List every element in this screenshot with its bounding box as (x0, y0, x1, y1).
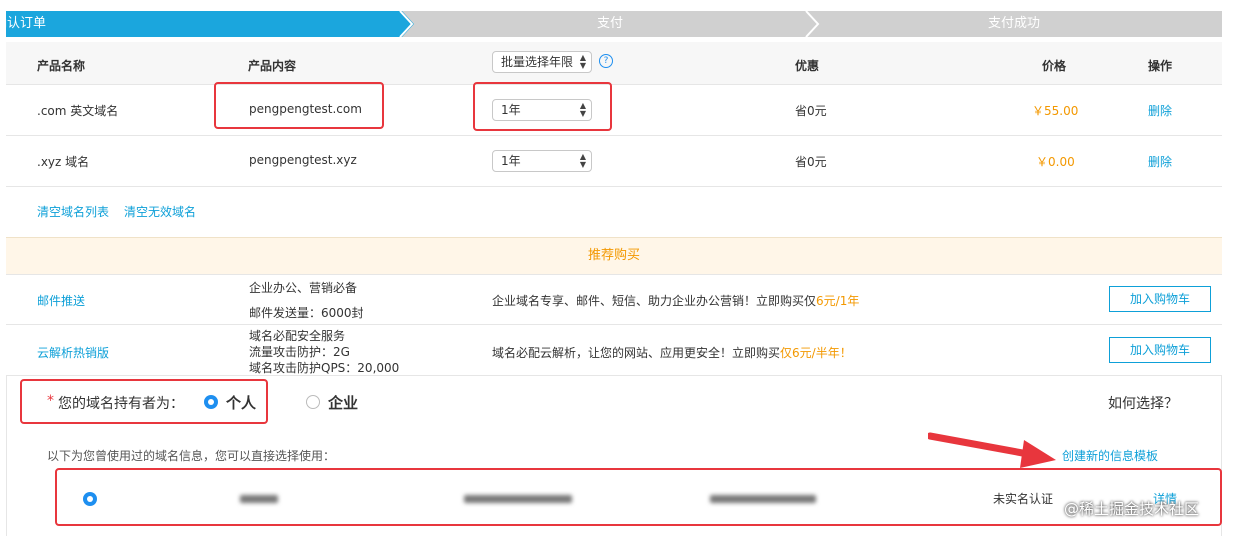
row-discount: 省0元 (795, 155, 827, 169)
recommend-desc-line: 域名必配安全服务 (249, 329, 346, 343)
clear-domain-list-link[interactable]: 清空域名列表 (37, 203, 109, 220)
highlight-box-template (55, 468, 1222, 526)
row-product-content: pengpengtest.xyz (249, 153, 357, 167)
table-row: .xyz 域名 pengpengtest.xyz 1年 ▲ ▼ 省0元 ￥0.00… (6, 136, 1222, 187)
recommend-desc-line: 域名攻击防护QPS：20,000 (249, 361, 400, 375)
recommend-header: 推荐购买 (6, 237, 1222, 275)
row-price: ￥55.00 (1032, 104, 1079, 118)
row-period-select[interactable]: 1年 ▲ ▼ (492, 150, 592, 172)
recommend-promo-highlight: 仅6元/半年！ (780, 346, 852, 360)
step-pay-success: 支付成功 (806, 11, 1222, 37)
step-confirm-order-label: 确认订单 (0, 16, 46, 31)
annotation-arrow-icon (928, 432, 1056, 468)
recommend-row: 云解析热销版 域名必配安全服务 流量攻击防护：2G 域名攻击防护QPS：20,0… (6, 325, 1222, 376)
highlight-box-holder (20, 379, 268, 424)
row-product-name: .xyz 域名 (37, 155, 90, 169)
how-to-choose-link[interactable]: 如何选择？ (1108, 393, 1178, 413)
step-confirm-order-bg (6, 11, 414, 37)
step-confirm-order: 确认订单 (0, 11, 414, 37)
create-template-link[interactable]: 创建新的信息模板 (1062, 447, 1158, 464)
holder-hint: 以下为您曾使用过的域名信息，您可以直接选择使用： (47, 449, 336, 463)
recommend-promo-text: 企业域名专享、邮件、短信、助力企业办公营销！立即购买仅 (492, 294, 817, 308)
step-pay-label: 支付 (596, 16, 623, 31)
help-question-icon[interactable]: ? (599, 54, 613, 68)
table-row: .com 英文域名 pengpengtest.com 1年 ▲ ▼ 省0元 ￥55… (6, 85, 1222, 136)
row-product-name: .com 英文域名 (37, 104, 119, 118)
recommend-product-link[interactable]: 云解析热销版 (37, 344, 109, 361)
highlight-box-period (473, 82, 612, 131)
batch-period-select[interactable]: 批量选择年限 ▲ ▼ (492, 51, 592, 73)
delete-link[interactable]: 删除 (1148, 102, 1172, 119)
recommend-promo-highlight: 6元/1年 (816, 294, 860, 308)
clear-invalid-domain-link[interactable]: 清空无效域名 (124, 203, 196, 220)
recommend-title: 推荐购买 (587, 248, 640, 263)
table-header: 产品名称 产品内容 批量选择年限 ▲ ▼ ? 优惠 价格 操作 (6, 42, 1222, 85)
step-pay: 支付 (400, 11, 820, 37)
batch-period-select-label: 批量选择年限 (501, 55, 574, 69)
checkout-steps: 支付成功 支付 确认订单 (0, 11, 1222, 37)
header-product-content: 产品内容 (248, 59, 297, 73)
row-period-value: 1年 (501, 154, 521, 168)
recommend-promo-text: 域名必配云解析，让您的网站、应用更安全！立即购买 (492, 346, 781, 360)
radio-enterprise[interactable] (306, 395, 320, 409)
header-action: 操作 (1148, 59, 1173, 73)
recommend-promo: 域名必配云解析，让您的网站、应用更安全！立即购买仅6元/半年！ (492, 344, 852, 361)
radio-enterprise-label[interactable]: 企业 (328, 392, 358, 413)
row-discount: 省0元 (795, 104, 827, 118)
header-discount: 优惠 (795, 59, 820, 73)
highlight-box-domain (214, 82, 384, 129)
header-product-name: 产品名称 (37, 59, 86, 73)
select-arrows-icon: ▲ ▼ (579, 152, 586, 169)
recommend-desc-line: 企业办公、营销必备 (249, 281, 358, 295)
add-to-cart-button[interactable]: 加入购物车 (1109, 286, 1211, 312)
row-price: ￥0.00 (1036, 155, 1075, 169)
recommend-row: 邮件推送 企业办公、营销必备 邮件发送量：6000封 企业域名专享、邮件、短信、… (6, 274, 1222, 325)
delete-link[interactable]: 删除 (1148, 153, 1172, 170)
header-price: 价格 (1042, 59, 1067, 73)
select-arrows-icon: ▲ ▼ (579, 53, 586, 70)
recommend-product-link[interactable]: 邮件推送 (37, 292, 85, 309)
recommend-desc-line: 邮件发送量：6000封 (249, 306, 364, 320)
add-to-cart-button[interactable]: 加入购物车 (1109, 337, 1211, 363)
step-pay-success-label: 支付成功 (987, 16, 1040, 31)
recommend-desc-line: 流量攻击防护：2G (249, 345, 350, 359)
recommend-promo: 企业域名专享、邮件、短信、助力企业办公营销！立即购买仅6元/1年 (492, 292, 859, 309)
